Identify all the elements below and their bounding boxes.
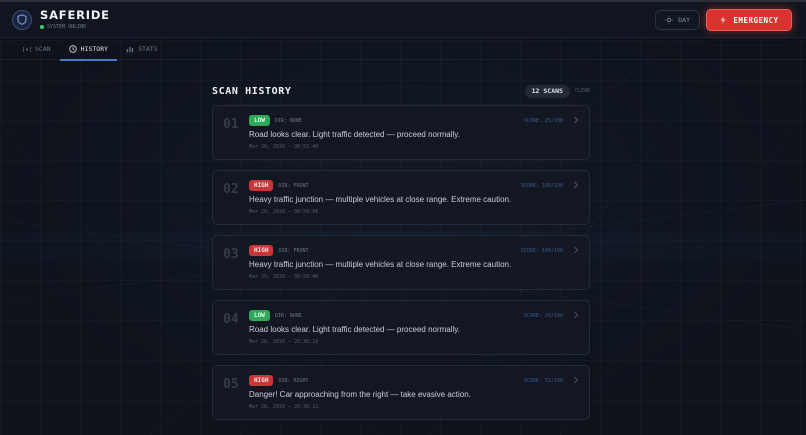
score-label: SCORE: 100/100 [520, 183, 563, 189]
history-list: 01 LOW DIR: NONE SCORE: 25/100 Road look… [212, 105, 590, 420]
score-label: SCORE: 100/100 [520, 248, 563, 254]
item-number: 01 [223, 117, 239, 132]
item-number: 04 [223, 312, 239, 327]
item-message: Road looks clear. Light traffic detected… [249, 325, 460, 334]
risk-badge: LOW [249, 310, 270, 321]
brand: SAFERIDE SYSTEM ONLINE [40, 9, 110, 30]
radar-icon [23, 46, 31, 52]
clock-icon [68, 45, 77, 53]
item-number: 02 [223, 182, 239, 197]
scan-count-badge: 12 SCANS [524, 84, 570, 98]
system-status-text: SYSTEM ONLINE [47, 24, 87, 30]
tab-stats[interactable]: STATS [117, 38, 167, 60]
day-mode-label: DAY [678, 16, 690, 24]
item-message: Heavy traffic junction — multiple vehicl… [249, 195, 512, 204]
direction-label: DIR: FRONT [278, 182, 309, 189]
tab-stats-label: STATS [138, 45, 158, 53]
history-item[interactable]: 01 LOW DIR: NONE SCORE: 25/100 Road look… [212, 105, 590, 160]
tab-scan-label: SCAN [35, 45, 51, 53]
direction-label: DIR: NONE [274, 312, 302, 319]
emergency-button[interactable]: EMERGENCY [706, 9, 792, 31]
chevron-right-icon[interactable] [573, 116, 579, 124]
clear-button[interactable]: CLEAR [575, 88, 590, 94]
tab-history-label: HISTORY [80, 45, 109, 53]
history-item[interactable]: 05 HIGH DIR: RIGHT SCORE: 55/100 Danger!… [212, 365, 590, 420]
risk-badge: HIGH [249, 375, 274, 386]
app-root: SAFERIDE SYSTEM ONLINE DAY EMERGENCY SCA… [0, 0, 806, 435]
score-label: SCORE: 25/100 [523, 118, 563, 124]
shield-logo-icon [12, 9, 32, 30]
item-timestamp: Mar 29, 2026 — 00:50:56 [249, 209, 319, 215]
item-message: Danger! Car approaching from the right —… [249, 390, 471, 399]
siren-icon [721, 16, 726, 24]
tab-history[interactable]: HISTORY [59, 38, 118, 61]
item-timestamp: Mar 28, 2026 — 20:36:22 [249, 404, 319, 410]
item-message: Heavy traffic junction — multiple vehicl… [249, 260, 512, 269]
sun-icon [665, 16, 674, 24]
top-header: SAFERIDE SYSTEM ONLINE DAY EMERGENCY [0, 0, 806, 38]
item-number: 05 [223, 377, 239, 392]
emergency-label: EMERGENCY [733, 15, 779, 25]
tab-scan[interactable]: SCAN [14, 38, 60, 60]
score-label: SCORE: 55/100 [523, 378, 563, 384]
direction-label: DIR: FRONT [278, 247, 309, 254]
item-timestamp: Mar 28, 2026 — 20:36:29 [249, 339, 319, 345]
item-message: Road looks clear. Light traffic detected… [249, 130, 460, 139]
day-mode-toggle[interactable]: DAY [655, 10, 700, 30]
risk-badge: LOW [249, 115, 270, 126]
score-label: SCORE: 25/100 [523, 313, 563, 319]
chevron-right-icon[interactable] [573, 376, 579, 384]
history-item[interactable]: 02 HIGH DIR: FRONT SCORE: 100/100 Heavy … [212, 170, 590, 225]
chevron-right-icon[interactable] [573, 246, 579, 254]
system-status: SYSTEM ONLINE [40, 24, 110, 30]
chevron-right-icon[interactable] [573, 181, 579, 189]
item-timestamp: Mar 29, 2026 — 00:51:40 [249, 144, 319, 150]
history-header: SCAN HISTORY 12 SCANS CLEAR [212, 82, 590, 100]
history-item[interactable]: 03 HIGH DIR: FRONT SCORE: 100/100 Heavy … [212, 235, 590, 290]
item-timestamp: Mar 29, 2026 — 00:50:46 [249, 274, 319, 280]
item-number: 03 [223, 247, 239, 262]
history-item[interactable]: 04 LOW DIR: NONE SCORE: 25/100 Road look… [212, 300, 590, 355]
chevron-right-icon[interactable] [573, 311, 579, 319]
app-title: SAFERIDE [40, 8, 110, 22]
main-tabs: SCAN HISTORY STATS [0, 38, 806, 61]
risk-badge: HIGH [249, 180, 274, 191]
risk-badge: HIGH [249, 245, 274, 256]
page-title: SCAN HISTORY [212, 85, 292, 97]
direction-label: DIR: NONE [274, 117, 302, 124]
bar-chart-icon [126, 47, 134, 53]
status-dot-icon [40, 25, 44, 29]
history-panel: SCAN HISTORY 12 SCANS CLEAR 01 LOW DIR: … [212, 82, 590, 420]
direction-label: DIR: RIGHT [278, 377, 309, 384]
